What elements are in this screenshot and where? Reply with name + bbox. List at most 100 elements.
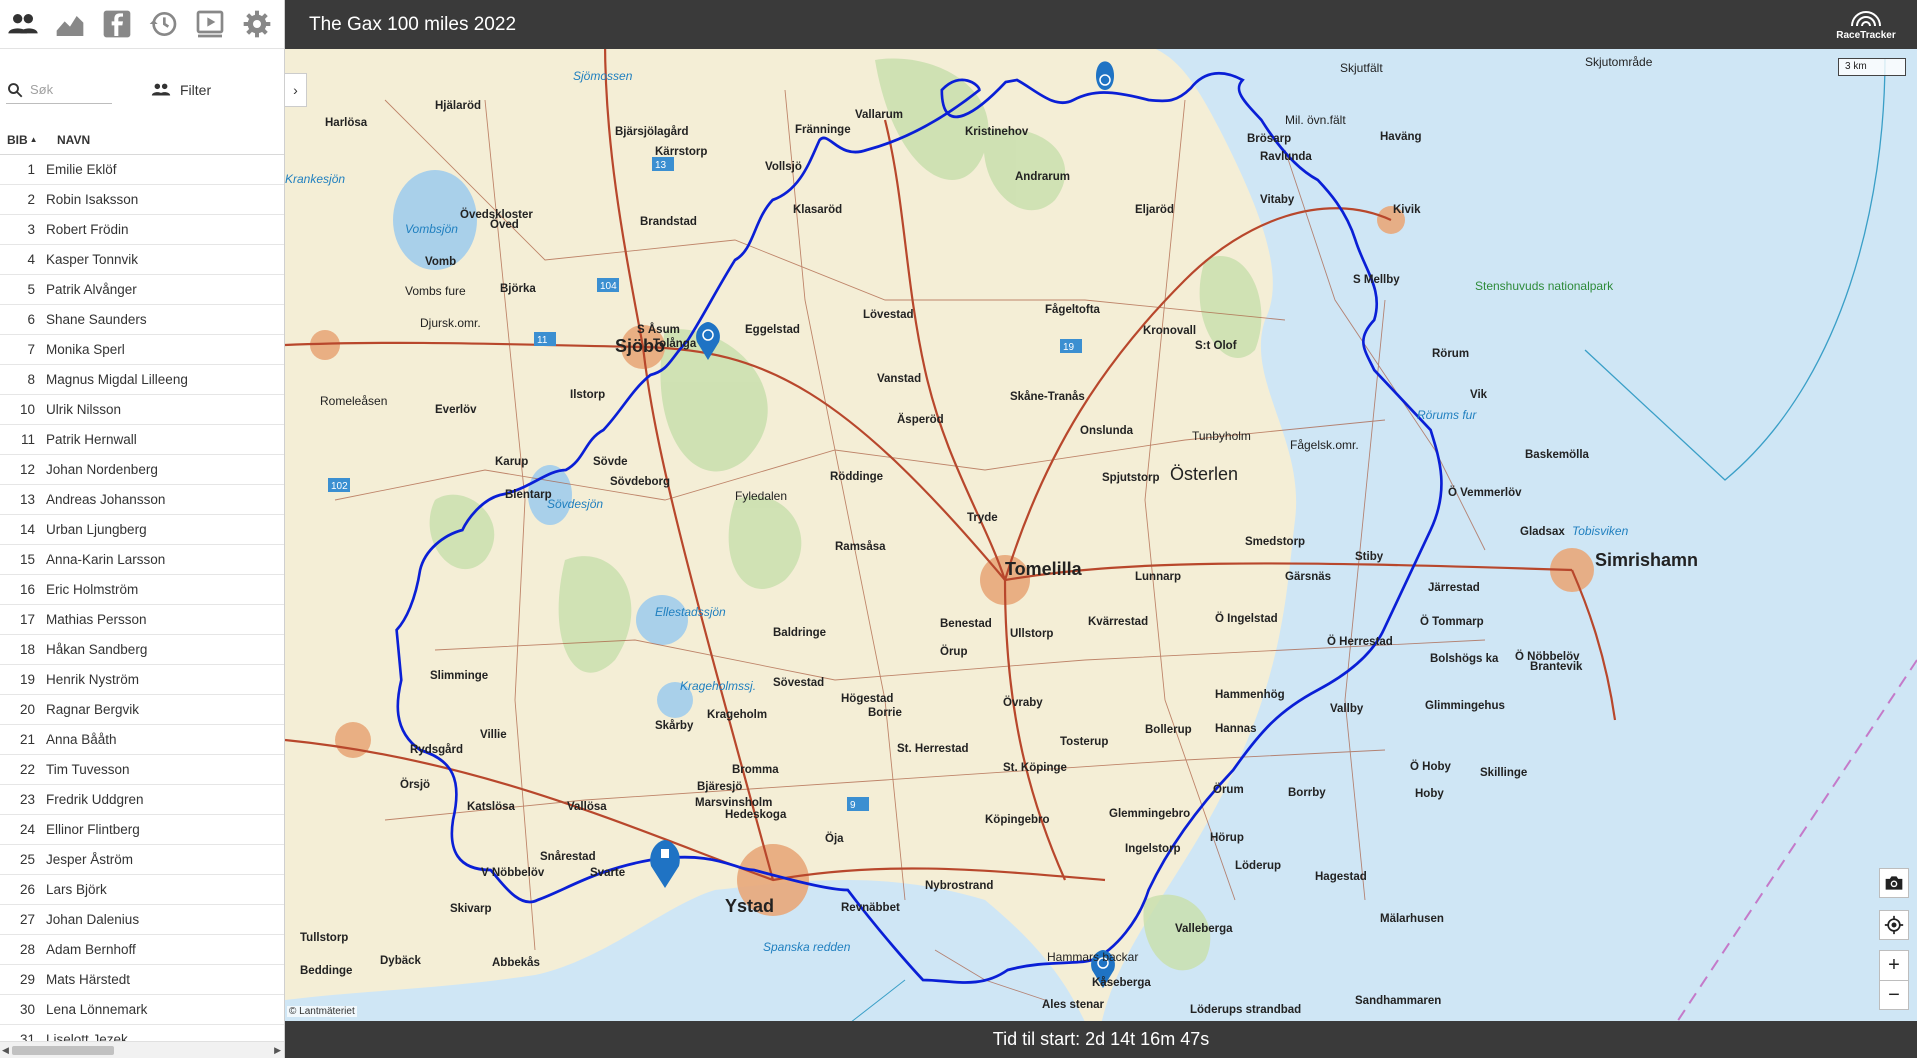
road-number: 19 — [1063, 342, 1075, 353]
checkpoint-marker-havang[interactable] — [1096, 61, 1114, 90]
horizontal-scrollbar[interactable]: ◀ ▶ — [0, 1041, 284, 1058]
runner-name: Ellinor Flintberg — [46, 822, 140, 837]
map-label: Borrie — [868, 707, 902, 719]
history-icon[interactable] — [144, 4, 183, 44]
map-label: Krageholm — [707, 709, 767, 721]
runner-row[interactable]: 11 Patrik Hernwall — [0, 425, 284, 455]
map-label: Baldringe — [773, 627, 826, 639]
runner-row[interactable]: 19 Henrik Nyström — [0, 665, 284, 695]
runner-row[interactable]: 16 Eric Holmström — [0, 575, 284, 605]
scroll-right-arrow-icon[interactable]: ▶ — [274, 1045, 281, 1056]
map-label: Vallösa — [567, 801, 607, 813]
runner-row[interactable]: 8 Magnus Migdal Lilleeng — [0, 365, 284, 395]
screenshot-button[interactable] — [1879, 868, 1909, 898]
road-number: 102 — [331, 481, 348, 492]
runner-bib: 29 — [19, 972, 35, 987]
road-number: 13 — [655, 160, 667, 171]
map-label: Ö Tommarp — [1420, 615, 1484, 628]
map-view[interactable]: Sjöbo Tomelilla Ystad Simrishamn Harlösa Hjäl… — [285, 0, 1917, 1058]
runner-list: 1 Emilie Eklöf 2 Robin Isaksson 3 Robert Fröd… — [0, 155, 284, 1055]
runner-name: Fredrik Uddgren — [46, 792, 144, 807]
bib-column-header[interactable]: BIB ▲ — [0, 133, 50, 147]
map-label: St. Köpinge — [1003, 762, 1067, 774]
runner-name: Monika Sperl — [46, 342, 125, 357]
runner-row[interactable]: 29 Mats Härstedt — [0, 965, 284, 995]
map-label: Ystad — [725, 896, 774, 916]
runner-name: Ulrik Nilsson — [46, 402, 122, 417]
runner-bib: 17 — [19, 612, 35, 627]
runner-bib: 7 — [27, 342, 35, 357]
map-label: Björka — [500, 283, 536, 295]
runner-row[interactable]: 22 Tim Tuvesson — [0, 755, 284, 785]
runner-bib: 8 — [27, 372, 35, 387]
name-column-header[interactable]: NAVN — [50, 133, 90, 147]
runner-row[interactable]: 2 Robin Isaksson — [0, 185, 284, 215]
runner-row[interactable]: 10 Ulrik Nilsson — [0, 395, 284, 425]
runner-row[interactable]: 30 Lena Lönnemark — [0, 995, 284, 1025]
runner-name: Urban Ljungberg — [46, 522, 147, 537]
runner-row[interactable]: 27 Johan Dalenius — [0, 905, 284, 935]
runner-row[interactable]: 13 Andreas Johansson — [0, 485, 284, 515]
runner-row[interactable]: 21 Anna Bååth — [0, 725, 284, 755]
runner-row[interactable]: 25 Jesper Åström — [0, 845, 284, 875]
facebook-icon[interactable] — [97, 4, 136, 44]
map-label: Ales stenar — [1042, 999, 1105, 1011]
map-label: Vollsjö — [765, 161, 802, 173]
runner-row[interactable]: 6 Shane Saunders — [0, 305, 284, 335]
map-label: Bjärsjölagård — [615, 126, 689, 138]
camera-icon — [1885, 876, 1903, 890]
collapse-panel-button[interactable]: › — [285, 73, 307, 107]
racetracker-logo[interactable]: RaceTracker — [1831, 6, 1901, 44]
map-label: Gärsnäs — [1285, 571, 1331, 583]
filter-button[interactable]: Filter — [150, 79, 211, 101]
map-label: Katslösa — [467, 801, 516, 813]
bib-header-label: BIB — [7, 132, 28, 147]
map-label: Tomelilla — [1005, 559, 1083, 579]
runner-row[interactable]: 15 Anna-Karin Larsson — [0, 545, 284, 575]
road-number: 9 — [850, 800, 856, 811]
runner-name: Tim Tuvesson — [46, 762, 130, 777]
people-icon[interactable] — [4, 4, 43, 44]
map-label: Vallarum — [855, 109, 903, 121]
scrollbar-thumb[interactable] — [12, 1046, 114, 1055]
locate-button[interactable] — [1879, 910, 1909, 940]
map-label: Sövde — [593, 456, 628, 468]
zoom-out-button[interactable]: − — [1879, 980, 1909, 1010]
runner-row[interactable]: 3 Robert Frödin — [0, 215, 284, 245]
zoom-in-button[interactable]: + — [1879, 950, 1909, 980]
signal-icon — [1851, 11, 1881, 27]
runner-row[interactable]: 24 Ellinor Flintberg — [0, 815, 284, 845]
runner-row[interactable]: 1 Emilie Eklöf — [0, 155, 284, 185]
scroll-left-arrow-icon[interactable]: ◀ — [2, 1045, 9, 1056]
map-canvas[interactable]: SjöboTomelillaYstadSimrishamnHarlösaHjäl… — [285, 0, 1917, 1058]
map-label: Bromma — [732, 764, 779, 776]
runner-row[interactable]: 17 Mathias Persson — [0, 605, 284, 635]
map-label: Högestad — [841, 693, 893, 705]
runner-row[interactable]: 4 Kasper Tonnvik — [0, 245, 284, 275]
map-label: Sövdesjön — [547, 497, 603, 511]
map-scale: 3 km — [1838, 58, 1906, 76]
runner-row[interactable]: 20 Ragnar Bergvik — [0, 695, 284, 725]
runner-row[interactable]: 18 Håkan Sandberg — [0, 635, 284, 665]
map-label: Brösarp — [1247, 133, 1291, 145]
runner-row[interactable]: 7 Monika Sperl — [0, 335, 284, 365]
map-label: Mälarhusen — [1380, 913, 1444, 925]
settings-icon[interactable] — [237, 4, 276, 44]
video-playlist-icon[interactable] — [191, 4, 230, 44]
map-label: Skåne-Tranås — [1010, 391, 1085, 403]
runner-name: Mathias Persson — [46, 612, 147, 627]
map-label: V Nöbbelöv — [481, 867, 545, 879]
runner-bib: 18 — [19, 642, 35, 657]
runner-row[interactable]: 14 Urban Ljungberg — [0, 515, 284, 545]
elevation-chart-icon[interactable] — [51, 4, 90, 44]
runner-row[interactable]: 23 Fredrik Uddgren — [0, 785, 284, 815]
map-label: Marsvinsholm — [695, 797, 772, 809]
map-label: Romeleåsen — [320, 394, 387, 408]
runner-row[interactable]: 5 Patrik Alvånger — [0, 275, 284, 305]
search-box[interactable] — [6, 81, 112, 104]
runner-row[interactable]: 12 Johan Nordenberg — [0, 455, 284, 485]
search-input[interactable] — [30, 82, 104, 97]
runner-row[interactable]: 28 Adam Bernhoff — [0, 935, 284, 965]
runner-name: Magnus Migdal Lilleeng — [46, 372, 188, 387]
runner-row[interactable]: 26 Lars Björk — [0, 875, 284, 905]
